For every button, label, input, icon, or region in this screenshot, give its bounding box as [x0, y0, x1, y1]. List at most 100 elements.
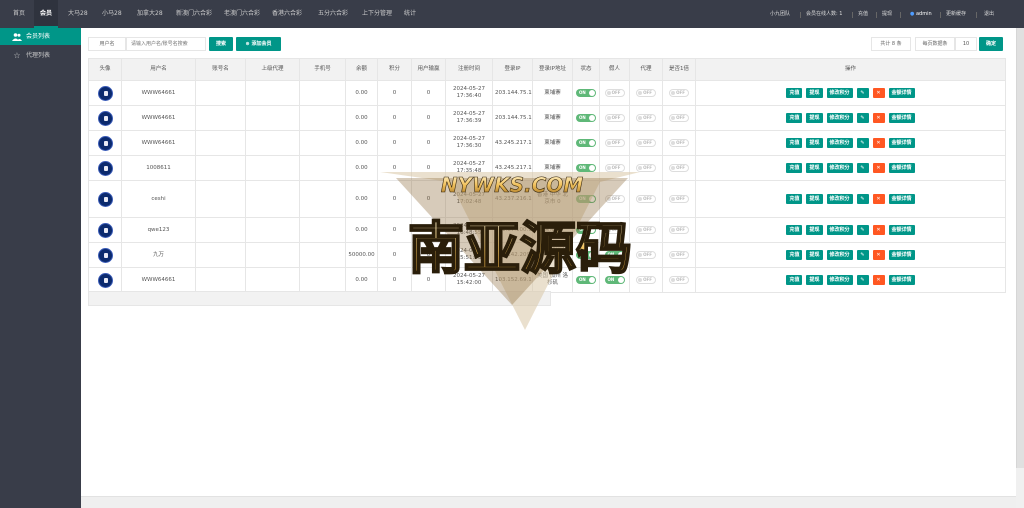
agent-toggle[interactable]: OFF [636, 163, 656, 172]
withdraw-button[interactable]: 提现 [806, 194, 823, 204]
table-scrollbar[interactable] [88, 291, 551, 306]
amount-detail-button[interactable]: 金额详情 [888, 113, 915, 123]
search-input[interactable] [126, 37, 206, 51]
fake-toggle[interactable]: OFF [604, 88, 625, 97]
recharge-button[interactable]: 充值 [786, 194, 803, 204]
recharge-button[interactable]: 充值 [786, 113, 803, 123]
edit-points-button[interactable]: 修改积分 [826, 250, 853, 260]
amount-detail-button[interactable]: 金额详情 [888, 138, 915, 148]
agent-toggle[interactable]: OFF [636, 225, 656, 234]
status-toggle[interactable]: ON [576, 113, 596, 122]
withdraw-button[interactable]: 提现 [806, 163, 823, 173]
fake-toggle[interactable]: OFF [604, 225, 625, 234]
withdraw-button[interactable]: 提现 [806, 88, 823, 98]
delete-icon[interactable]: ✕ [872, 88, 885, 98]
agent-toggle[interactable]: OFF [636, 88, 656, 97]
status-toggle[interactable]: ON [576, 163, 596, 172]
edit-icon[interactable]: ✎ [856, 194, 869, 204]
edit-points-button[interactable]: 修改积分 [826, 88, 853, 98]
promo-link[interactable]: 小九团队 [770, 0, 790, 28]
delete-icon[interactable]: ✕ [872, 225, 885, 235]
agent-toggle[interactable]: OFF [636, 138, 656, 147]
recharge-button[interactable]: 充值 [786, 250, 803, 260]
status-toggle[interactable]: ON [576, 250, 596, 259]
recharge-link[interactable]: 充值 [858, 0, 868, 28]
per-page-input[interactable] [955, 37, 977, 51]
user-menu[interactable]: ● admin [910, 0, 932, 28]
nav-item[interactable]: 新澳门六合彩 [176, 0, 212, 28]
amount-detail-button[interactable]: 金额详情 [888, 163, 915, 173]
edit-points-button[interactable]: 修改积分 [826, 113, 853, 123]
status-toggle[interactable]: ON [576, 275, 596, 284]
logout-link[interactable]: 退出 [984, 0, 994, 28]
fake-toggle[interactable]: ON [604, 250, 625, 259]
refresh-cache-link[interactable]: 更新缓存 [946, 0, 966, 28]
single-toggle[interactable]: OFF [669, 138, 689, 147]
single-toggle[interactable]: OFF [669, 275, 689, 284]
edit-icon[interactable]: ✎ [856, 163, 869, 173]
edit-points-button[interactable]: 修改积分 [826, 138, 853, 148]
nav-item[interactable]: 老澳门六合彩 [224, 0, 260, 28]
status-toggle[interactable]: ON [576, 225, 596, 234]
nav-item[interactable]: 统计 [404, 0, 416, 28]
edit-points-button[interactable]: 修改积分 [826, 194, 853, 204]
nav-item[interactable]: 五分六合彩 [318, 0, 348, 28]
delete-icon[interactable]: ✕ [872, 275, 885, 285]
single-toggle[interactable]: OFF [669, 225, 689, 234]
nav-item[interactable]: 加拿大28 [137, 0, 163, 28]
edit-icon[interactable]: ✎ [856, 225, 869, 235]
agent-toggle[interactable]: OFF [636, 250, 656, 259]
edit-icon[interactable]: ✎ [856, 250, 869, 260]
status-toggle[interactable]: ON [576, 138, 596, 147]
add-member-button[interactable]: ⊕ 添加会员 [236, 37, 281, 51]
delete-icon[interactable]: ✕ [872, 194, 885, 204]
amount-detail-button[interactable]: 金额详情 [888, 194, 915, 204]
fake-toggle[interactable]: OFF [604, 113, 625, 122]
delete-icon[interactable]: ✕ [872, 113, 885, 123]
single-toggle[interactable]: OFF [669, 113, 689, 122]
nav-item[interactable]: 香港六合彩 [272, 0, 302, 28]
search-button[interactable]: 搜索 [209, 37, 233, 51]
nav-item[interactable]: 首页 [13, 0, 25, 28]
amount-detail-button[interactable]: 金额详情 [888, 88, 915, 98]
fake-toggle[interactable]: OFF [604, 194, 625, 203]
edit-icon[interactable]: ✎ [856, 88, 869, 98]
withdraw-button[interactable]: 提现 [806, 275, 823, 285]
sidebar-item-member-list[interactable]: 会员列表 [0, 28, 81, 45]
recharge-button[interactable]: 充值 [786, 138, 803, 148]
fake-toggle[interactable]: ON [604, 275, 625, 284]
withdraw-button[interactable]: 提现 [806, 225, 823, 235]
withdraw-button[interactable]: 提现 [806, 138, 823, 148]
single-toggle[interactable]: OFF [669, 88, 689, 97]
page-scrollbar-thumb[interactable] [1016, 28, 1024, 468]
fake-toggle[interactable]: OFF [604, 138, 625, 147]
sidebar-item-agent-list[interactable]: ☆ 代理列表 [0, 47, 81, 64]
edit-icon[interactable]: ✎ [856, 275, 869, 285]
recharge-button[interactable]: 充值 [786, 163, 803, 173]
nav-item[interactable]: 小马28 [102, 0, 122, 28]
recharge-button[interactable]: 充值 [786, 275, 803, 285]
amount-detail-button[interactable]: 金额详情 [888, 225, 915, 235]
edit-icon[interactable]: ✎ [856, 113, 869, 123]
delete-icon[interactable]: ✕ [872, 163, 885, 173]
status-toggle[interactable]: ON [576, 194, 596, 203]
delete-icon[interactable]: ✕ [872, 250, 885, 260]
edit-icon[interactable]: ✎ [856, 138, 869, 148]
status-toggle[interactable]: ON [576, 88, 596, 97]
fake-toggle[interactable]: OFF [604, 163, 625, 172]
recharge-button[interactable]: 充值 [786, 225, 803, 235]
withdraw-button[interactable]: 提现 [806, 250, 823, 260]
amount-detail-button[interactable]: 金额详情 [888, 275, 915, 285]
amount-detail-button[interactable]: 金额详情 [888, 250, 915, 260]
withdraw-link[interactable]: 提现 [882, 0, 892, 28]
edit-points-button[interactable]: 修改积分 [826, 275, 853, 285]
edit-points-button[interactable]: 修改积分 [826, 225, 853, 235]
confirm-button[interactable]: 确定 [979, 37, 1003, 51]
delete-icon[interactable]: ✕ [872, 138, 885, 148]
withdraw-button[interactable]: 提现 [806, 113, 823, 123]
recharge-button[interactable]: 充值 [786, 88, 803, 98]
single-toggle[interactable]: OFF [669, 250, 689, 259]
nav-item[interactable]: 上下分管理 [362, 0, 392, 28]
agent-toggle[interactable]: OFF [636, 194, 656, 203]
edit-points-button[interactable]: 修改积分 [826, 163, 853, 173]
